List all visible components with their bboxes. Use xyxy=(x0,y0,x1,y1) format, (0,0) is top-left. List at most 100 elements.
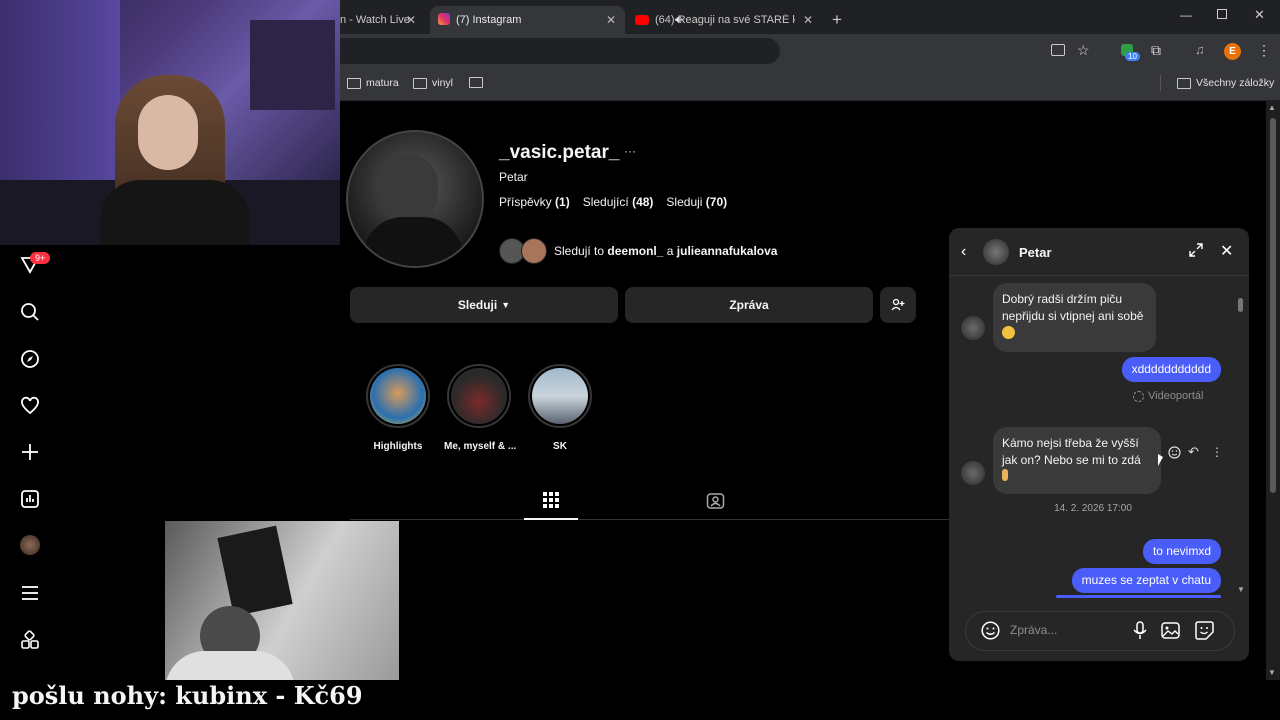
close-icon[interactable]: ✕ xyxy=(606,13,616,27)
image-upload-icon[interactable] xyxy=(1161,622,1180,644)
divider xyxy=(350,519,950,520)
reply-icon[interactable]: ↶ xyxy=(1188,444,1199,460)
tab-watch-live[interactable]: n - Watch Live ✕ xyxy=(340,6,430,34)
tab-title: (7) Instagram xyxy=(456,14,522,26)
create-plus-icon[interactable] xyxy=(19,441,41,463)
tagged-photos-icon[interactable] xyxy=(706,491,725,515)
highlight-label: SK xyxy=(553,441,567,452)
chevron-down-icon: ▼ xyxy=(501,300,511,310)
chat-contact-name[interactable]: Petar xyxy=(1019,245,1052,260)
message-incoming[interactable]: Kámo nejsi třeba že vyšší jak on? Nebo s… xyxy=(993,427,1161,494)
highlight-item[interactable]: Me, myself & ... xyxy=(444,364,517,452)
menu-hamburger-icon[interactable] xyxy=(19,582,41,604)
emoji-picker-icon[interactable] xyxy=(981,621,1000,645)
followed-by-text[interactable]: Sledují to deemonl_ a julieannafukalova xyxy=(554,244,777,258)
more-options-icon[interactable]: ··· xyxy=(624,144,636,158)
explore-compass-icon[interactable] xyxy=(19,348,41,370)
page-scrollbar[interactable]: ▲ ▼ xyxy=(1266,100,1280,680)
bookmark-folder-vinyl[interactable]: vinyl xyxy=(413,77,453,89)
profile-avatar[interactable]: E xyxy=(1224,43,1241,60)
message-composer: Zpráva... xyxy=(965,611,1235,651)
scroll-down-arrow-icon[interactable]: ▼ xyxy=(1237,585,1245,594)
media-control-icon[interactable]: ♫ xyxy=(1195,42,1205,57)
following-button[interactable]: Sleduji ▼ xyxy=(350,287,618,323)
more-vertical-icon[interactable]: ⋮ xyxy=(1211,445,1223,459)
folder-icon xyxy=(1177,77,1191,89)
bookmark-label: vinyl xyxy=(432,77,454,89)
chat-avatar[interactable] xyxy=(983,239,1009,265)
divider xyxy=(949,275,1249,276)
close-icon[interactable]: ✕ xyxy=(406,13,416,27)
close-icon[interactable]: ✕ xyxy=(1220,241,1233,261)
bookmark-star-icon[interactable]: ☆ xyxy=(1077,42,1090,59)
microphone-icon[interactable] xyxy=(1133,621,1147,645)
minimize-icon[interactable]: — xyxy=(1180,8,1192,22)
stream-caption: pošlu nohy: kubinx - Kč69 xyxy=(12,681,363,710)
search-icon[interactable] xyxy=(19,301,41,323)
instagram-favicon-icon xyxy=(438,13,450,25)
threads-apps-icon[interactable] xyxy=(19,629,41,651)
message-outgoing[interactable]: xddddddddddd xyxy=(1121,357,1221,382)
posts-grid-icon[interactable] xyxy=(543,492,559,513)
message-outgoing[interactable]: to nevimxd xyxy=(1142,539,1221,564)
new-tab-button[interactable]: + xyxy=(832,6,842,34)
mouse-cursor xyxy=(1158,454,1163,466)
profile-picture[interactable] xyxy=(346,130,484,268)
extension-badge: 10 xyxy=(1125,52,1140,61)
chat-scrollbar[interactable] xyxy=(1237,280,1244,596)
youtube-favicon-icon xyxy=(635,15,649,25)
add-user-button[interactable] xyxy=(880,287,916,323)
stat-following[interactable]: Sleduji (70) xyxy=(666,195,727,209)
all-bookmarks-label: Všechny záložky xyxy=(1196,77,1275,89)
bookmarks-bar: matura vinyl Všechny záložky xyxy=(340,68,1280,101)
profile-full-name: Petar xyxy=(499,170,528,184)
close-icon[interactable]: ✕ xyxy=(803,13,813,27)
dashboard-chart-icon[interactable] xyxy=(19,488,41,510)
react-emoji-icon[interactable] xyxy=(1168,446,1181,464)
profile-stats: Příspěvky (1) Sledující (48) Sleduji (70… xyxy=(499,195,727,209)
highlight-label: Me, myself & ... xyxy=(444,441,517,452)
stat-followers[interactable]: Sledující (48) xyxy=(583,195,654,209)
tab-instagram[interactable]: (7) Instagram 🔊︎ ✕ xyxy=(430,6,682,34)
message-input[interactable]: Zpráva... xyxy=(1010,623,1120,637)
profile-avatar-icon[interactable] xyxy=(19,534,41,556)
back-chevron-icon[interactable]: ‹ xyxy=(961,243,966,261)
bookmark-folder-unnamed[interactable] xyxy=(469,77,488,88)
browser-menu-icon[interactable]: ⋮ xyxy=(1257,42,1271,59)
message-outgoing[interactable]: muzes se zeptat v chatu xyxy=(1071,568,1221,593)
sticker-icon[interactable] xyxy=(1195,621,1214,645)
profile-username: _vasic.petar_ xyxy=(499,142,620,163)
message-button[interactable]: Zpráva xyxy=(625,287,873,323)
message-avatar xyxy=(961,461,985,485)
message-incoming[interactable]: Dobrý radši držím piču nepřijdu si vtipn… xyxy=(993,283,1156,352)
highlight-item[interactable]: Highlights xyxy=(363,364,433,452)
folder-icon xyxy=(469,77,483,88)
tab-youtube[interactable]: (64) Reaguji na své STARÉ klipy ✕ xyxy=(635,6,825,34)
folder-icon xyxy=(347,77,361,89)
stream-caption-bar: pošlu nohy: kubinx - Kč69 xyxy=(0,680,1280,720)
message-avatar xyxy=(961,316,985,340)
expand-icon[interactable] xyxy=(1189,243,1203,262)
highlight-item[interactable]: SK xyxy=(525,364,595,452)
window-close-icon[interactable]: ✕ xyxy=(1254,7,1265,23)
follower-avatar xyxy=(521,238,547,264)
maximize-icon[interactable] xyxy=(1217,9,1227,19)
install-app-icon[interactable] xyxy=(1051,44,1065,56)
add-person-icon xyxy=(891,298,905,311)
stat-posts[interactable]: Příspěvky (1) xyxy=(499,195,570,209)
streamer-webcam xyxy=(0,0,340,245)
all-bookmarks-button[interactable]: Všechny záložky xyxy=(1177,77,1274,89)
highlight-cover xyxy=(370,368,426,424)
bookmark-folder-matura[interactable]: matura xyxy=(347,77,399,89)
highlight-label: Highlights xyxy=(373,441,423,452)
loading-icon xyxy=(1133,390,1144,402)
divider xyxy=(1160,75,1161,91)
chat-window: ‹ Petar ✕ Dobrý radši držím piču nepřijd… xyxy=(949,228,1249,661)
address-bar[interactable] xyxy=(340,38,780,64)
browser-tab-bar: n - Watch Live ✕ (7) Instagram 🔊︎ ✕ (64)… xyxy=(340,0,1280,34)
bookmark-label: matura xyxy=(366,77,399,89)
heart-icon[interactable] xyxy=(19,395,41,417)
message-meta[interactable]: Videoportál xyxy=(1133,390,1203,402)
puzzle-extensions-icon[interactable]: ⧉ xyxy=(1151,42,1161,59)
browser-toolbar: ☆ 10 ⧉ ♫ E ⋮ xyxy=(340,34,1280,68)
